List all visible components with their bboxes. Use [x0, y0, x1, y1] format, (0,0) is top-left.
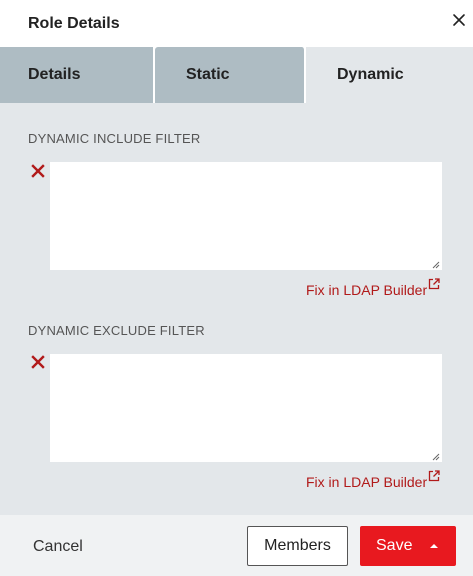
- dialog-header: Role Details: [0, 0, 473, 47]
- include-filter-label: DYNAMIC INCLUDE FILTER: [28, 131, 201, 146]
- external-link-icon[interactable]: [428, 470, 440, 482]
- dialog-footer: Cancel Members Save: [0, 515, 473, 576]
- exclude-fix-ldap-link[interactable]: Fix in LDAP Builder: [306, 474, 427, 490]
- cancel-button[interactable]: Cancel: [33, 538, 83, 556]
- tab-details[interactable]: Details: [0, 47, 154, 103]
- save-button-label: Save: [376, 537, 413, 554]
- exclude-filter-label: DYNAMIC EXCLUDE FILTER: [28, 323, 205, 338]
- tab-bar: Details Static Dynamic: [0, 47, 473, 103]
- tab-static[interactable]: Static: [155, 47, 305, 103]
- close-icon[interactable]: [449, 10, 469, 30]
- exclude-filter-input[interactable]: [50, 354, 442, 462]
- tab-dynamic[interactable]: Dynamic: [306, 47, 473, 103]
- tab-dynamic-label: Dynamic: [337, 66, 404, 83]
- save-button[interactable]: Save: [360, 526, 456, 566]
- include-filter-input[interactable]: [50, 162, 442, 270]
- include-fix-ldap-link[interactable]: Fix in LDAP Builder: [306, 282, 427, 298]
- remove-x-icon[interactable]: [31, 164, 45, 178]
- caret-up-icon[interactable]: [428, 542, 440, 550]
- tab-details-label: Details: [28, 66, 81, 83]
- tab-static-label: Static: [186, 66, 230, 83]
- remove-x-icon[interactable]: [31, 355, 45, 369]
- external-link-icon[interactable]: [428, 278, 440, 290]
- members-button[interactable]: Members: [247, 526, 348, 566]
- role-details-dialog: Role Details Details Static Dynamic DYNA…: [0, 0, 473, 576]
- dialog-title: Role Details: [28, 15, 120, 32]
